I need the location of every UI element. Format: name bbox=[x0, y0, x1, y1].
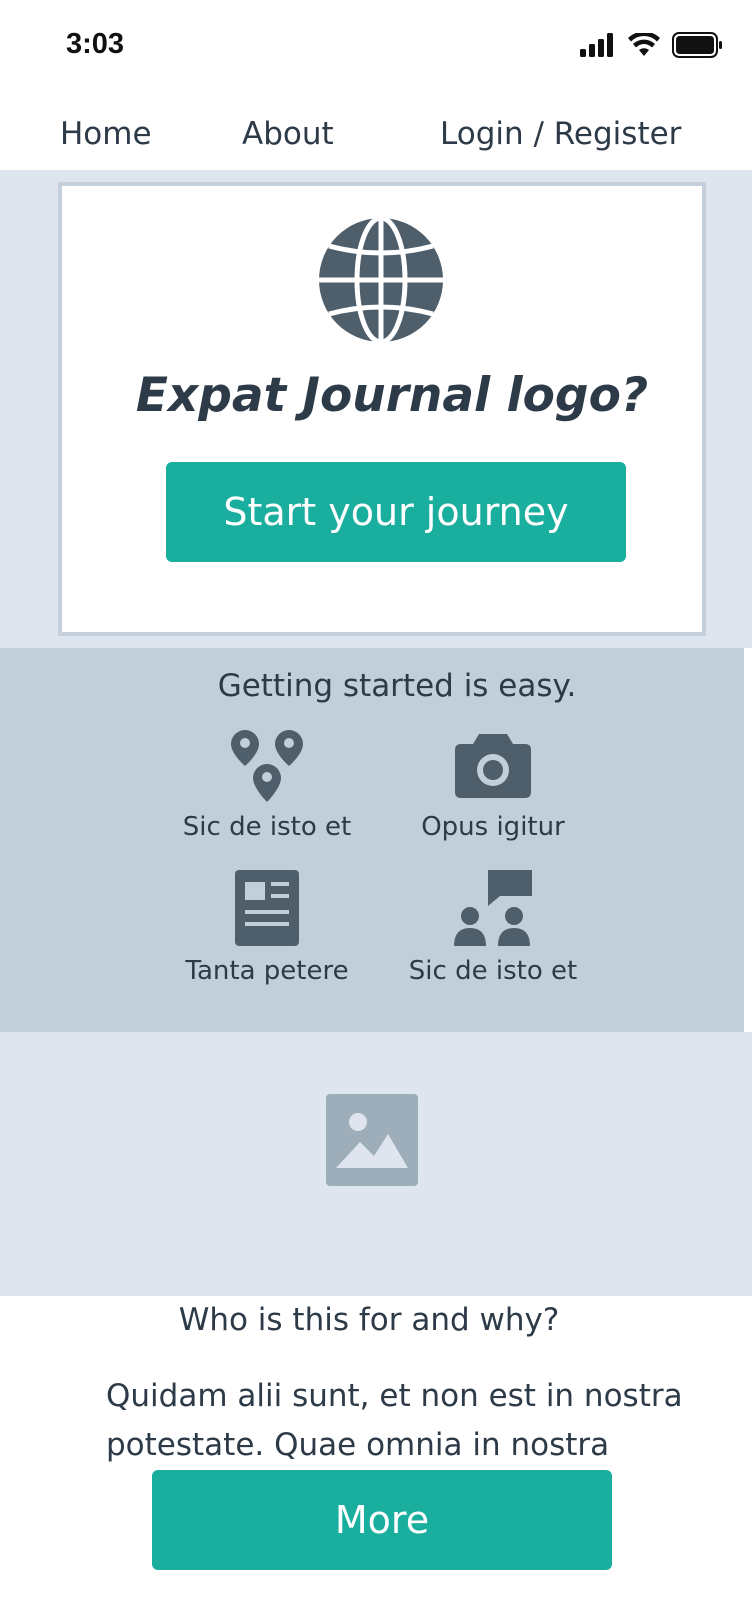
step-item: Sic de isto et bbox=[152, 730, 382, 842]
step-label: Sic de isto et bbox=[182, 812, 352, 842]
who-section-body: Quidam alii sunt, et non est in nostra p… bbox=[106, 1378, 683, 1463]
battery-icon bbox=[672, 32, 722, 58]
nav-about-link[interactable]: About bbox=[242, 116, 334, 152]
article-icon bbox=[235, 870, 299, 946]
status-icons bbox=[580, 32, 722, 58]
status-bar: 3:03 bbox=[0, 0, 752, 96]
start-journey-button[interactable]: Start your journey bbox=[166, 462, 626, 562]
signal-icon bbox=[580, 33, 613, 57]
step-label: Tanta petere bbox=[185, 956, 349, 986]
who-section-title: Who is this for and why? bbox=[178, 1302, 560, 1338]
step-label: Opus igitur bbox=[421, 812, 565, 842]
image-placeholder-icon bbox=[326, 1094, 418, 1186]
nav-home-link[interactable]: Home bbox=[60, 116, 152, 152]
more-button[interactable]: More bbox=[152, 1470, 612, 1570]
logo-text: Expat Journal logo? bbox=[135, 368, 649, 423]
nav-login-register-link[interactable]: Login / Register bbox=[440, 116, 681, 152]
people-chat-icon bbox=[454, 870, 532, 946]
step-item: Opus igitur bbox=[378, 730, 608, 842]
status-time: 3:03 bbox=[66, 28, 125, 60]
map-pins-icon bbox=[231, 730, 303, 802]
camera-icon bbox=[455, 734, 531, 798]
getting-started-title: Getting started is easy. bbox=[217, 668, 577, 704]
globe-icon bbox=[319, 216, 443, 344]
wifi-icon bbox=[628, 33, 660, 56]
step-item: Sic de isto et bbox=[378, 870, 608, 986]
top-nav: Home About Login / Register bbox=[0, 96, 752, 170]
step-item: Tanta petere bbox=[152, 870, 382, 986]
step-label: Sic de isto et bbox=[408, 956, 578, 986]
